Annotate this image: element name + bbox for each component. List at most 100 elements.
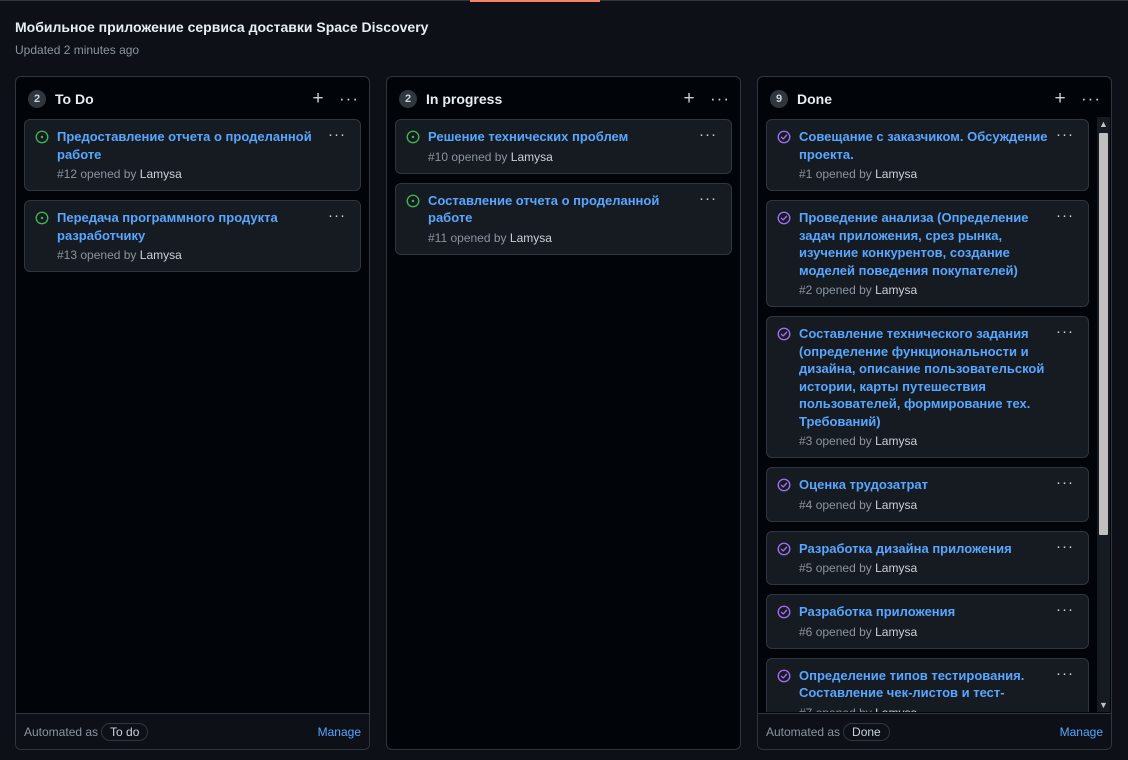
issue-meta: #12 opened by Lamysa (57, 167, 324, 181)
issue-title-link[interactable]: Составление отчета о проделанной работе (428, 192, 695, 227)
card-menu-icon[interactable]: ··· (328, 126, 346, 143)
author-link[interactable]: Lamysa (510, 231, 552, 245)
card-list: Решение технических проблем #10 opened by… (395, 119, 732, 264)
issue-meta: #11 opened by Lamysa (428, 231, 695, 245)
author-link[interactable]: Lamysa (875, 706, 917, 713)
card-menu-icon[interactable]: ··· (1056, 665, 1074, 682)
issue-card[interactable]: Передача программного продукта разработч… (24, 200, 361, 272)
issue-title-link[interactable]: Разработка приложения (799, 603, 1052, 621)
manage-automation-link[interactable]: Manage (1060, 725, 1103, 739)
issue-title-link[interactable]: Оценка трудозатрат (799, 476, 1052, 494)
card-scroll-area: Совещание с заказчиком. Обсуждение проек… (758, 77, 1111, 712)
issue-title-link[interactable]: Предоставление отчета о проделанной рабо… (57, 128, 324, 163)
issue-title-link[interactable]: Передача программного продукта разработч… (57, 209, 324, 244)
author-link[interactable]: Lamysa (511, 150, 553, 164)
author-link[interactable]: Lamysa (875, 434, 917, 448)
issue-number: #2 (799, 283, 813, 297)
opened-by-label: opened by (815, 167, 872, 181)
automation-preset-badge: Done (843, 722, 890, 741)
vertical-scrollbar[interactable]: ▲ ▼ (1097, 117, 1110, 712)
opened-by-label: opened by (816, 706, 872, 713)
issue-card[interactable]: Совещание с заказчиком. Обсуждение проек… (766, 119, 1089, 191)
issue-number: #3 (799, 434, 813, 448)
issue-number: #11 (428, 230, 448, 245)
issue-card[interactable]: Проведение анализа (Определение задач пр… (766, 200, 1089, 307)
card-menu-icon[interactable]: ··· (1056, 601, 1074, 618)
issue-card[interactable]: Предоставление отчета о проделанной рабо… (24, 119, 361, 191)
issue-title-link[interactable]: Определение типов тестирования. Составле… (799, 667, 1052, 702)
author-link[interactable]: Lamysa (875, 561, 917, 575)
updated-timestamp: Updated 2 minutes ago (15, 43, 140, 57)
column-done: 9 Done + ··· Совещание с заказчиком. Обс… (757, 76, 1112, 750)
card-menu-icon[interactable]: ··· (1056, 323, 1074, 340)
issue-card[interactable]: Разработка приложения #6 opened by Lamysa… (766, 594, 1089, 649)
column-title: To Do (55, 91, 94, 107)
plus-icon[interactable]: + (309, 89, 327, 108)
scroll-up-arrow-icon[interactable]: ▲ (1097, 117, 1110, 131)
issue-card[interactable]: Составление технического задания (опреде… (766, 316, 1089, 458)
card-menu-icon[interactable]: ··· (1056, 126, 1074, 143)
author-link[interactable]: Lamysa (875, 625, 917, 639)
manage-automation-link[interactable]: Manage (318, 725, 361, 739)
kebab-menu-icon[interactable]: ··· (339, 90, 359, 107)
issue-closed-icon (777, 669, 791, 683)
issue-open-icon (406, 130, 420, 144)
author-link[interactable]: Lamysa (140, 248, 182, 262)
issue-card[interactable]: Определение типов тестирования. Составле… (766, 657, 1089, 713)
card-menu-icon[interactable]: ··· (699, 190, 717, 207)
issue-title-link[interactable]: Решение технических проблем (428, 128, 695, 146)
author-link[interactable]: Lamysa (875, 283, 917, 297)
issue-meta: #3 opened by Lamysa (799, 434, 1052, 448)
project-title: Мобильное приложение сервиса доставки Sp… (15, 19, 429, 35)
automation-label: Automated as (24, 724, 99, 739)
plus-icon[interactable]: + (680, 89, 698, 108)
automation-preset-badge: To do (101, 722, 149, 741)
issue-meta: #10 opened by Lamysa (428, 150, 695, 164)
column-header: 2 To Do + ··· (28, 89, 359, 109)
issue-title-link[interactable]: Совещание с заказчиком. Обсуждение проек… (799, 128, 1052, 163)
issue-title-link[interactable]: Проведение анализа (Определение задач пр… (799, 209, 1052, 279)
card-count-badge: 2 (28, 90, 46, 108)
issue-number: #13 (57, 248, 78, 262)
issue-title-link[interactable]: Составление технического задания (опреде… (799, 325, 1052, 430)
issue-meta: #6 opened by Lamysa (799, 625, 1052, 639)
author-link[interactable]: Lamysa (875, 498, 917, 512)
issue-closed-icon (777, 478, 791, 492)
card-menu-icon[interactable]: ··· (1056, 207, 1074, 224)
column-title: In progress (426, 91, 503, 107)
automation-label: Automated as (766, 724, 841, 739)
card-menu-icon[interactable]: ··· (1056, 474, 1074, 491)
active-tab-indicator (470, 0, 600, 2)
issue-number: #1 (799, 167, 813, 181)
kebab-menu-icon[interactable]: ··· (710, 90, 730, 107)
issue-number: #12 (57, 167, 78, 181)
issue-open-icon (35, 130, 49, 144)
issue-title-link[interactable]: Разработка дизайна приложения (799, 540, 1052, 558)
card-menu-icon[interactable]: ··· (328, 207, 346, 224)
issue-number: #10 (428, 149, 449, 164)
issue-meta: #4 opened by Lamysa (799, 498, 1052, 512)
opened-by-label: opened by (815, 624, 872, 639)
issue-card[interactable]: Оценка трудозатрат #4 opened by Lamysa ··· (766, 467, 1089, 522)
issue-closed-icon (777, 327, 791, 341)
issue-open-icon (406, 194, 420, 208)
scroll-down-arrow-icon[interactable]: ▼ (1097, 698, 1110, 712)
column-footer: Automated as To do Manage (16, 713, 369, 749)
card-list: Совещание с заказчиком. Обсуждение проек… (766, 119, 1089, 712)
scrollbar-thumb[interactable] (1099, 133, 1108, 535)
issue-card[interactable]: Решение технических проблем #10 opened by… (395, 119, 732, 174)
issue-number: #6 (799, 624, 813, 639)
issue-number: #7 (799, 706, 812, 713)
issue-card[interactable]: Составление отчета о проделанной работе #… (395, 182, 732, 255)
author-link[interactable]: Lamysa (140, 167, 182, 181)
card-count-badge: 2 (399, 90, 417, 108)
issue-meta: #7 opened by Lamysa (799, 706, 1052, 713)
issue-closed-icon (777, 211, 791, 225)
author-link[interactable]: Lamysa (875, 167, 917, 181)
issue-meta: #1 opened by Lamysa (799, 167, 1052, 181)
card-menu-icon[interactable]: ··· (699, 126, 717, 143)
card-menu-icon[interactable]: ··· (1056, 538, 1074, 555)
issue-meta: #13 opened by Lamysa (57, 248, 324, 262)
card-list: Предоставление отчета о проделанной рабо… (24, 119, 361, 281)
issue-card[interactable]: Разработка дизайна приложения #5 opened b… (766, 530, 1089, 585)
